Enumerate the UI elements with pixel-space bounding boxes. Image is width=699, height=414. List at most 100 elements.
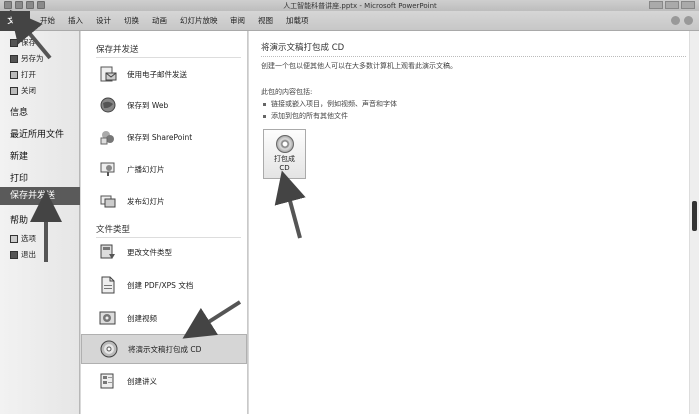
package-for-cd-button[interactable]: 打包成 CD (263, 129, 306, 179)
option-save-to-web[interactable]: 保存到 Web (91, 90, 241, 120)
section-file-types-title: 文件类型 (96, 223, 241, 238)
option-package-cd[interactable]: 将演示文稿打包成 CD (81, 334, 247, 364)
cd-icon (100, 340, 118, 358)
tab-review[interactable]: 审阅 (230, 15, 245, 26)
quick-access-toolbar (4, 1, 45, 9)
options-icon (10, 234, 18, 243)
video-icon (99, 309, 117, 327)
nav-close-label: 关闭 (21, 86, 36, 95)
contents-heading: 此包的内容包括: (261, 88, 313, 96)
tab-view[interactable]: 视图 (258, 15, 273, 26)
save-icon (10, 38, 18, 47)
nav-close[interactable]: 关闭 (10, 85, 36, 96)
option-send-email-label: 使用电子邮件发送 (127, 69, 187, 79)
nav-save-as[interactable]: 另存为 (10, 53, 44, 64)
tab-slideshow[interactable]: 幻灯片放映 (180, 15, 218, 26)
tab-file[interactable]: 文件 (0, 11, 30, 31)
tab-design[interactable]: 设计 (96, 15, 111, 26)
details-title: 将演示文稿打包成 CD (261, 41, 686, 57)
package-button-label-line1: 打包成 (274, 155, 295, 163)
nav-recent[interactable]: 最近所用文件 (10, 127, 64, 140)
option-change-file-type-label: 更改文件类型 (127, 247, 172, 257)
nav-open-label: 打开 (21, 70, 36, 79)
option-save-to-sharepoint[interactable]: 保存到 SharePoint (91, 122, 241, 152)
option-broadcast-slideshow-label: 广播幻灯片 (127, 164, 165, 174)
option-create-handouts[interactable]: 创建讲义 (91, 366, 241, 396)
contents-bullet: 链接或嵌入项目，例如视频、声音和字体 (263, 99, 397, 109)
option-publish-slides[interactable]: 发布幻灯片 (91, 186, 241, 216)
nav-save-and-send-label: 保存并发送 (10, 191, 56, 201)
nav-save-label: 保存 (21, 38, 36, 47)
qat-undo-icon[interactable] (26, 1, 34, 9)
bullet-icon (263, 114, 266, 118)
contents-bullet: 添加到包的所有其他文件 (263, 111, 348, 121)
package-button-label-line2: CD (279, 164, 290, 172)
save-send-options-panel: 保存并发送 使用电子邮件发送 保存到 Web 保存到 SharePoint 广播… (81, 31, 248, 414)
nav-options-label: 选项 (21, 234, 36, 243)
close-window-button[interactable] (681, 1, 695, 9)
minimize-button[interactable] (649, 1, 663, 9)
package-cd-details-panel: 将演示文稿打包成 CD 创建一个包以便其他人可以在大多数计算机上观看此演示文稿。… (249, 31, 699, 414)
maximize-button[interactable] (665, 1, 679, 9)
window-title: 人工智能科普讲座.pptx - Microsoft PowerPoint (283, 2, 437, 10)
change-type-icon (99, 243, 117, 261)
globe-icon (99, 96, 117, 114)
option-send-email[interactable]: 使用电子邮件发送 (91, 59, 241, 89)
nav-save-as-label: 另存为 (21, 54, 44, 63)
section-save-and-send-title: 保存并发送 (96, 43, 241, 58)
option-create-pdf-xps-label: 创建 PDF/XPS 文档 (127, 280, 194, 290)
option-create-video-label: 创建视频 (127, 313, 157, 323)
option-broadcast-slideshow[interactable]: 广播幻灯片 (91, 154, 241, 184)
minimize-ribbon-icon[interactable] (671, 16, 680, 25)
option-change-file-type[interactable]: 更改文件类型 (91, 237, 241, 267)
nav-help[interactable]: 帮助 (10, 213, 28, 226)
qat-redo-icon[interactable] (37, 1, 45, 9)
window-controls (649, 1, 695, 9)
help-icon[interactable] (684, 16, 693, 25)
save-as-icon (10, 54, 18, 63)
email-icon (99, 65, 117, 83)
handout-icon (99, 372, 117, 390)
app-icon (4, 1, 12, 9)
broadcast-icon (99, 160, 117, 178)
ribbon-help-area (671, 16, 693, 25)
contents-bullet-text: 添加到包的所有其他文件 (271, 112, 348, 120)
title-bar: 人工智能科普讲座.pptx - Microsoft PowerPoint (0, 0, 699, 11)
bullet-icon (263, 102, 266, 106)
vertical-scrollbar[interactable] (689, 31, 699, 414)
nav-exit[interactable]: 退出 (10, 249, 36, 260)
nav-print[interactable]: 打印 (10, 171, 28, 184)
option-save-to-sharepoint-label: 保存到 SharePoint (127, 132, 193, 142)
option-create-pdf-xps[interactable]: 创建 PDF/XPS 文档 (91, 270, 241, 300)
nav-info[interactable]: 信息 (10, 105, 28, 118)
tab-home[interactable]: 开始 (40, 15, 55, 26)
tab-animations[interactable]: 动画 (152, 15, 167, 26)
nav-options[interactable]: 选项 (10, 233, 36, 244)
tab-transitions[interactable]: 切换 (124, 15, 139, 26)
backstage-nav: 保存 另存为 打开 关闭 信息 最近所用文件 新建 打印 保存并发送 帮助 选项… (0, 31, 80, 414)
ribbon-tab-bar: 文件 开始 插入 设计 切换 动画 幻灯片放映 审阅 视图 加载项 (0, 11, 699, 31)
option-create-video[interactable]: 创建视频 (91, 303, 241, 333)
cd-icon (275, 135, 294, 153)
tab-addins[interactable]: 加载项 (286, 15, 309, 26)
close-doc-icon (10, 86, 18, 95)
qat-save-icon[interactable] (15, 1, 23, 9)
open-folder-icon (10, 70, 18, 79)
exit-icon (10, 250, 18, 259)
option-save-to-web-label: 保存到 Web (127, 100, 169, 110)
contents-bullet-text: 链接或嵌入项目，例如视频、声音和字体 (271, 100, 397, 108)
option-package-cd-label: 将演示文稿打包成 CD (128, 344, 202, 354)
tab-insert[interactable]: 插入 (68, 15, 83, 26)
option-create-handouts-label: 创建讲义 (127, 376, 157, 386)
option-publish-slides-label: 发布幻灯片 (127, 196, 165, 206)
publish-icon (99, 192, 117, 210)
details-description: 创建一个包以便其他人可以在大多数计算机上观看此演示文稿。 (261, 62, 457, 70)
nav-save[interactable]: 保存 (10, 37, 36, 48)
pdf-icon (99, 276, 117, 294)
nav-exit-label: 退出 (21, 250, 36, 259)
nav-new[interactable]: 新建 (10, 149, 28, 162)
sharepoint-icon (99, 128, 117, 146)
scrollbar-thumb[interactable] (692, 201, 697, 231)
nav-open[interactable]: 打开 (10, 69, 36, 80)
nav-save-and-send[interactable]: 保存并发送 (0, 187, 80, 205)
